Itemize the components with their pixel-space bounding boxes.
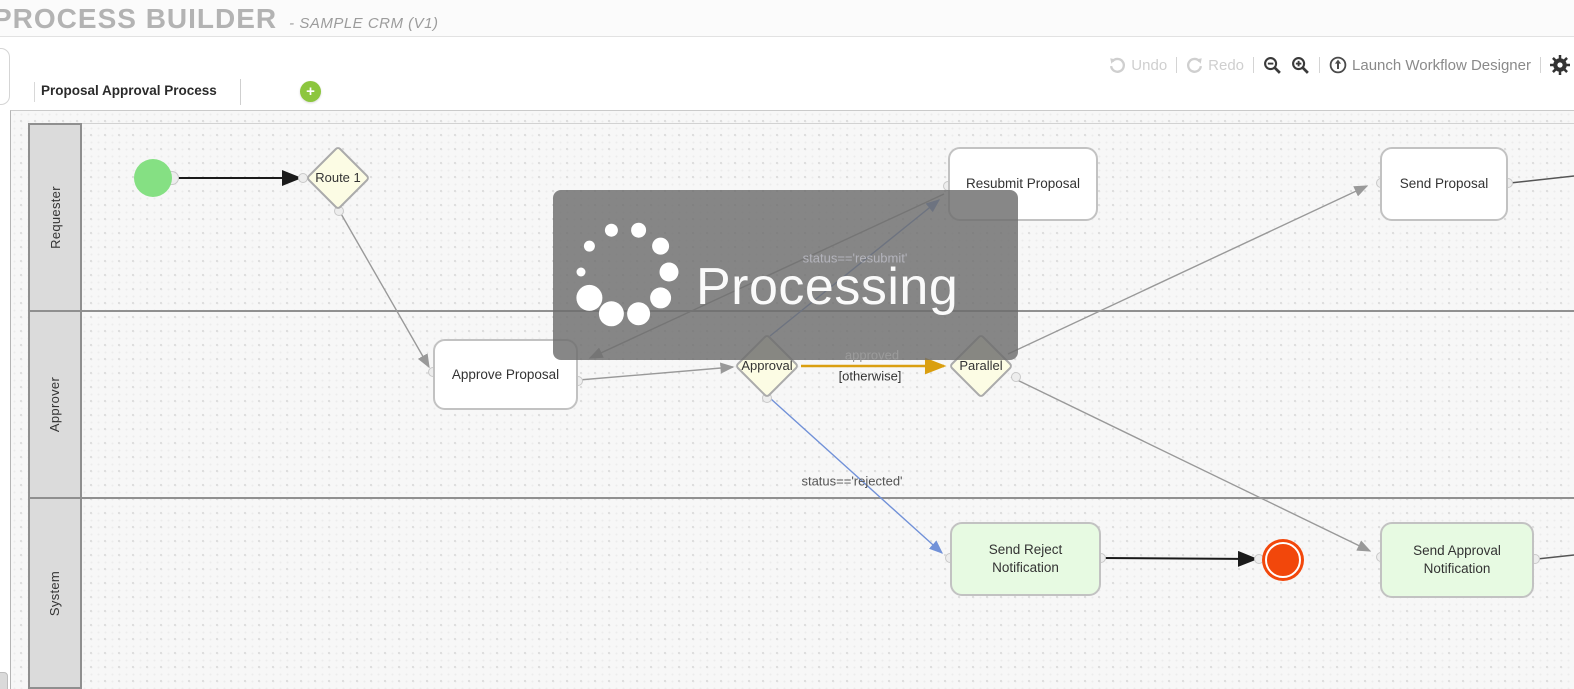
task-label: Send Approval Notification <box>1386 542 1528 577</box>
task-label: Send Proposal <box>1400 175 1489 193</box>
edge-label-resubmit: status=='resubmit' <box>803 251 908 266</box>
task-label: Send Reject Notification <box>956 541 1095 576</box>
start-event-node[interactable] <box>134 159 172 197</box>
gateway-label: Approval <box>741 359 792 373</box>
task-send-reject-notification[interactable]: Send Reject Notification <box>950 522 1101 596</box>
edge-send-approval-out[interactable] <box>1537 555 1574 559</box>
gateway-route1[interactable]: Route 1 <box>315 155 361 201</box>
edge-label-otherwise: [otherwise] <box>839 369 902 384</box>
edge-approve-to-approval[interactable] <box>579 367 733 380</box>
processing-text: Processing <box>696 257 958 317</box>
spinner-icon <box>565 212 685 332</box>
edge-route1-to-approve[interactable] <box>340 212 429 367</box>
diagram-layer: Requester Approver System <box>0 0 1574 689</box>
gateway-label: Parallel <box>959 359 1002 373</box>
task-label: Approve Proposal <box>452 366 559 384</box>
process-builder-app: PROCESS BUILDER - SAMPLE CRM (V1) Undo R… <box>0 0 1574 689</box>
processing-overlay: Processing <box>553 190 1018 360</box>
task-send-approval-notification[interactable]: Send Approval Notification <box>1380 522 1534 598</box>
task-send-proposal[interactable]: Send Proposal <box>1380 147 1508 221</box>
end-event-node[interactable] <box>1262 539 1304 581</box>
edge-send-proposal-out[interactable] <box>1510 176 1574 183</box>
port-handle[interactable] <box>1011 372 1021 382</box>
edge-label-rejected: status=='rejected' <box>801 474 902 489</box>
edge-label-approved: approved <box>845 348 899 363</box>
edge-send-reject-to-end[interactable] <box>1102 558 1256 559</box>
gateway-label: Route 1 <box>315 171 361 185</box>
end-event-ring <box>1265 542 1301 578</box>
